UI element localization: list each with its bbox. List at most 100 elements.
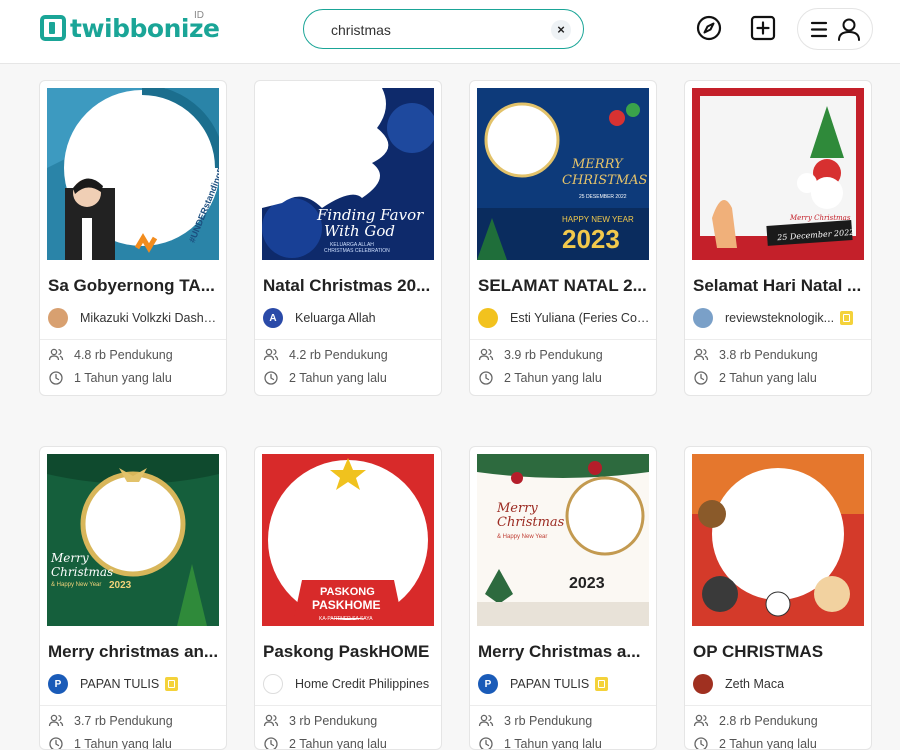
- campaign-title[interactable]: Sa Gobyernong TA...: [48, 276, 220, 296]
- author-name: Mikazuki Volkzki Dashw...: [80, 311, 220, 325]
- campaign-author[interactable]: Home Credit Philippines: [263, 673, 435, 695]
- campaign-card[interactable]: OP CHRISTMAS Zeth Maca 2.8 rb Pendukung …: [684, 446, 872, 750]
- twibbonize-logo[interactable]: twibbonize ID: [40, 10, 220, 44]
- campaign-title[interactable]: Merry christmas an...: [48, 642, 220, 662]
- campaign-frame-image[interactable]: Merry Christmas 25 December 2022: [692, 88, 864, 260]
- campaign-title[interactable]: Paskong PaskHOME: [263, 642, 435, 662]
- campaign-title[interactable]: Natal Christmas 20...: [263, 276, 435, 296]
- clock-icon: [49, 737, 63, 749]
- thumb-text: KA-PARTNER SA SAYA: [319, 616, 373, 622]
- campaign-card[interactable]: #UNDERstandingPartyList Sa Gobyernong TA…: [39, 80, 227, 396]
- campaign-card[interactable]: Merry Christmas & Happy New Year 2023 Merry…: [469, 446, 657, 750]
- thumb-text: 2023: [569, 575, 605, 592]
- campaign-title[interactable]: Merry Christmas a...: [478, 642, 650, 662]
- supporters-icon: [263, 348, 279, 361]
- campaign-frame-image[interactable]: MERRY CHRISTMAS 25 DESEMBER 2022 HAPPY NEW …: [477, 88, 649, 260]
- time-stat: 2 Tahun yang lalu: [693, 369, 865, 387]
- campaign-frame-image[interactable]: Merry Christmas & Happy New Year 2023: [477, 454, 649, 626]
- time-stat: 2 Tahun yang lalu: [478, 369, 650, 387]
- verified-badge-icon: [165, 677, 179, 691]
- explore-compass-icon[interactable]: [695, 14, 723, 42]
- time-stat: 1 Tahun yang lalu: [478, 735, 650, 750]
- search-input[interactable]: [331, 19, 551, 41]
- author-avatar: [48, 308, 68, 328]
- supporters-icon: [693, 348, 709, 361]
- author-name: PAPAN TULIS: [80, 677, 160, 691]
- campaign-title[interactable]: SELAMAT NATAL 2...: [478, 276, 650, 296]
- supporters-count: 4.2 rb Pendukung: [289, 348, 388, 362]
- author-name: Zeth Maca: [725, 677, 785, 691]
- campaign-author[interactable]: Mikazuki Volkzki Dashw...: [48, 307, 220, 329]
- clock-icon: [264, 371, 278, 385]
- time-ago: 2 Tahun yang lalu: [719, 371, 817, 385]
- thumb-text: 25 DESEMBER 2022: [579, 194, 627, 200]
- campaign-card[interactable]: PASKONG PASKHOME KA-PARTNER SA SAYA Paskon…: [254, 446, 442, 750]
- card-divider: [470, 705, 656, 706]
- thumb-text: Merry Christmas: [789, 214, 851, 222]
- supporters-count: 2.8 rb Pendukung: [719, 714, 818, 728]
- thumb-text: & Happy New Year: [51, 582, 101, 588]
- supporters-count: 3.7 rb Pendukung: [74, 714, 173, 728]
- thumb-text: CHRISTMAS: [562, 173, 647, 188]
- supporters-icon: [263, 714, 279, 727]
- supporters-count: 3.9 rb Pendukung: [504, 348, 603, 362]
- author-name: Home Credit Philippines: [295, 677, 430, 691]
- time-ago: 2 Tahun yang lalu: [504, 371, 602, 385]
- campaign-author[interactable]: A Keluarga Allah: [263, 307, 435, 329]
- supporters-icon: [478, 348, 494, 361]
- author-name: Keluarga Allah: [295, 311, 376, 325]
- thumb-text: 2023: [109, 580, 132, 591]
- card-divider: [40, 705, 226, 706]
- campaign-frame-image[interactable]: [692, 454, 864, 626]
- supporters-icon: [48, 348, 64, 361]
- campaign-frame-image[interactable]: Finding Favor With God KELUARGA ALLAH CHRIS…: [262, 88, 434, 260]
- supporters-count: 3 rb Pendukung: [504, 714, 593, 728]
- top-header: twibbonize ID ×: [0, 0, 900, 64]
- supporters-icon: [478, 714, 494, 727]
- supporters-count: 4.8 rb Pendukung: [74, 348, 173, 362]
- thumb-text: Merry: [496, 501, 538, 516]
- card-divider: [40, 339, 226, 340]
- thumb-text: PASKHOME: [312, 598, 380, 612]
- create-campaign-plus-icon[interactable]: [749, 14, 777, 42]
- thumb-text: HAPPY NEW YEAR: [562, 215, 634, 224]
- campaign-frame-image[interactable]: PASKONG PASKHOME KA-PARTNER SA SAYA: [262, 454, 434, 626]
- campaign-title[interactable]: OP CHRISTMAS: [693, 642, 865, 662]
- campaign-card[interactable]: Merry Christmas 25 December 2022 Selamat …: [684, 80, 872, 396]
- thumb-text: With God: [324, 222, 395, 240]
- clear-search-button[interactable]: ×: [551, 20, 571, 40]
- account-menu-button[interactable]: [797, 8, 873, 50]
- author-avatar: A: [263, 308, 283, 328]
- campaign-title[interactable]: Selamat Hari Natal ...: [693, 276, 865, 296]
- card-divider: [685, 705, 871, 706]
- time-ago: 1 Tahun yang lalu: [504, 737, 602, 750]
- campaign-card[interactable]: Finding Favor With God KELUARGA ALLAH CHRIS…: [254, 80, 442, 396]
- campaign-author[interactable]: P PAPAN TULIS: [48, 673, 220, 695]
- time-stat: 2 Tahun yang lalu: [263, 735, 435, 750]
- campaign-author[interactable]: Zeth Maca: [693, 673, 865, 695]
- campaign-author[interactable]: P PAPAN TULIS: [478, 673, 650, 695]
- author-avatar: [478, 308, 498, 328]
- campaign-card[interactable]: MERRY CHRISTMAS 25 DESEMBER 2022 HAPPY NEW …: [469, 80, 657, 396]
- author-avatar: P: [48, 674, 68, 694]
- supporters-stat: 3.8 rb Pendukung: [693, 346, 865, 364]
- author-name: PAPAN TULIS: [510, 677, 590, 691]
- time-ago: 1 Tahun yang lalu: [74, 737, 172, 750]
- campaign-frame-image[interactable]: Merry Christmas & Happy New Year 2023: [47, 454, 219, 626]
- logo-region: ID: [194, 10, 204, 21]
- campaign-frame-image[interactable]: #UNDERstandingPartyList: [47, 88, 219, 260]
- campaign-author[interactable]: Esti Yuliana (Feries Cor...: [478, 307, 650, 329]
- user-icon: [838, 18, 860, 41]
- author-avatar: [693, 674, 713, 694]
- clock-icon: [264, 737, 278, 749]
- campaign-author[interactable]: reviewsteknologik...: [693, 307, 865, 329]
- campaign-card[interactable]: Merry Christmas & Happy New Year 2023 Merry…: [39, 446, 227, 750]
- thumb-text: Merry: [50, 551, 89, 565]
- time-ago: 2 Tahun yang lalu: [289, 737, 387, 750]
- time-stat: 1 Tahun yang lalu: [48, 369, 220, 387]
- time-ago: 2 Tahun yang lalu: [289, 371, 387, 385]
- author-name: reviewsteknologik...: [725, 311, 835, 325]
- supporters-stat: 4.2 rb Pendukung: [263, 346, 435, 364]
- thumb-text: Christmas: [51, 565, 113, 579]
- supporters-stat: 2.8 rb Pendukung: [693, 712, 865, 730]
